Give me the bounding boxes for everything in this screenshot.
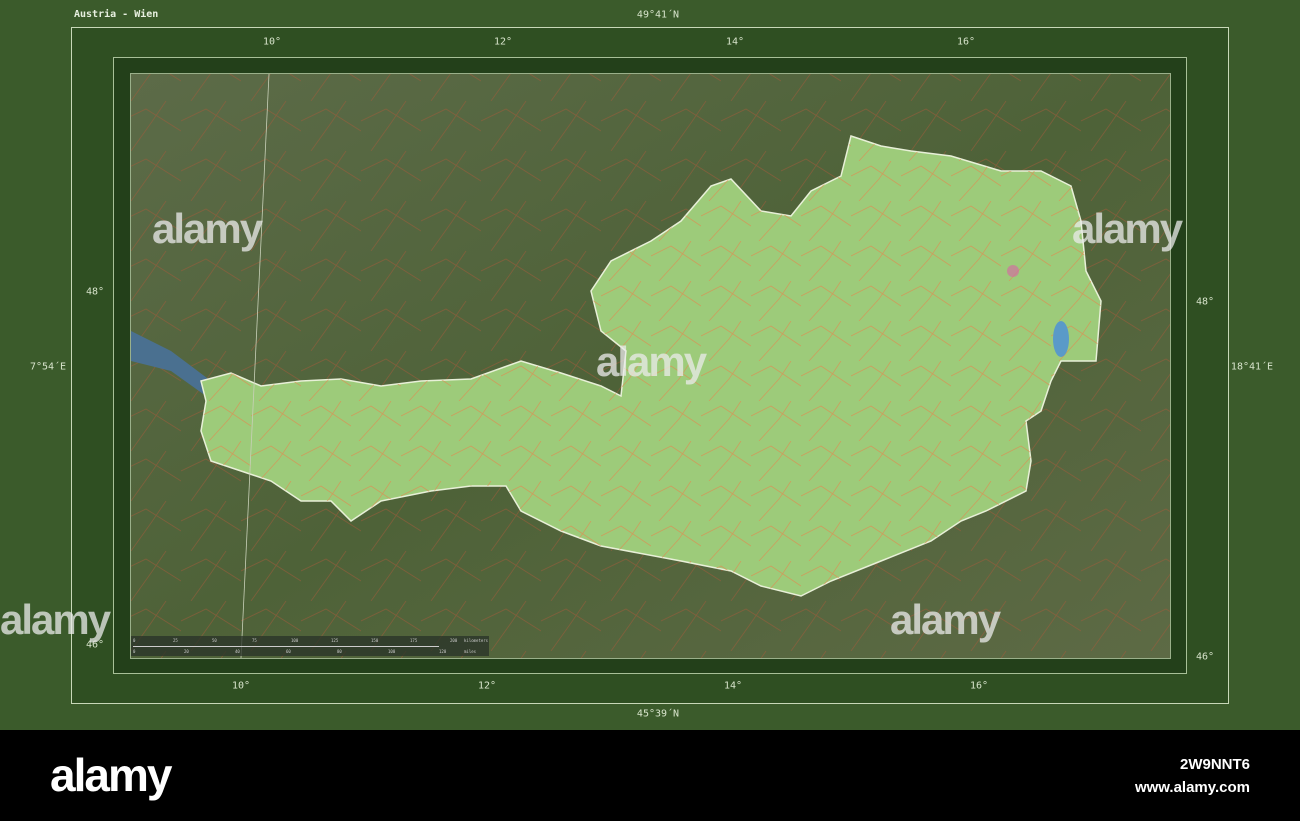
watermark: alamy [1072,205,1183,252]
scale-mi-tick: 80 [337,649,342,654]
vienna-city-area [1007,265,1019,277]
watermark: alamy [152,205,263,252]
scale-km-tick: 75 [252,638,257,643]
scale-km-tick: 50 [212,638,217,643]
scale-km-tick: 100 [291,638,299,643]
watermark: alamy [0,596,111,643]
scale-mi-unit: miles [464,649,477,654]
top-tick: 16° [956,36,976,48]
footer-bar [0,730,1300,821]
scale-mi-tick: 100 [388,649,396,654]
watermark: alamy [596,338,707,385]
scale-mi-tick: 20 [184,649,189,654]
image-id: 2W9NNT6 [1179,756,1250,773]
watermark: alamy [890,596,1001,643]
top-tick: 10° [262,36,282,48]
bottom-tick: 14° [723,680,743,692]
top-latitude-label: 49°41´N [636,9,680,21]
scale-km-tick: 25 [173,638,178,643]
right-tick: 46° [1195,651,1215,663]
scale-km-tick: 200 [450,638,458,643]
right-tick: 48° [1195,296,1215,308]
lake-neusiedl [1053,321,1069,357]
alamy-logo: alamy [50,749,172,801]
left-longitude-label: 7°54´E [29,361,67,373]
right-longitude-label: 18°41´E [1230,361,1274,373]
bottom-tick: 10° [231,680,251,692]
scale-km-tick: 150 [371,638,379,643]
bottom-tick: 12° [477,680,497,692]
top-tick: 14° [725,36,745,48]
top-tick: 12° [493,36,513,48]
scale-mi-tick: 60 [286,649,291,654]
left-tick: 48° [85,286,105,298]
website-link[interactable]: www.alamy.com [1135,779,1250,796]
scale-mi-tick: 0 [133,649,136,654]
bottom-tick: 16° [969,680,989,692]
scale-km-tick: 125 [331,638,339,643]
scale-km-tick: 175 [410,638,418,643]
scale-mi-tick: 120 [439,649,447,654]
scale-km-tick: 0 [133,638,136,643]
scale-mi-tick: 40 [235,649,240,654]
scale-km-unit: kilometers [464,638,489,643]
scale-bar: 0 25 50 75 100 125 150 175 200 kilometer… [131,636,489,656]
map-title: Austria - Wien [74,9,159,20]
bottom-latitude-label: 45°39´N [636,708,680,720]
